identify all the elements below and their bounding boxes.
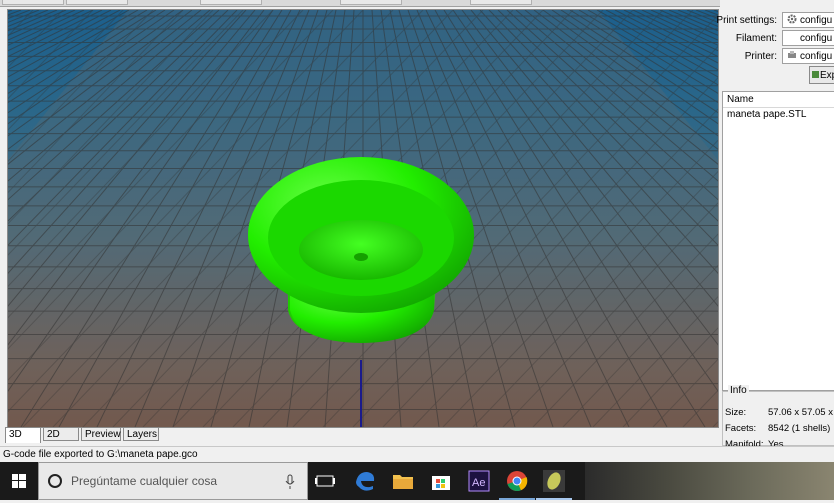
3d-viewport[interactable]: [7, 9, 719, 428]
info-title: Info: [728, 385, 749, 396]
chrome-icon[interactable]: [504, 468, 530, 494]
toolbar-button[interactable]: [2, 0, 64, 5]
filament-label: Filament:: [735, 33, 777, 44]
printer-value: configu: [800, 51, 833, 62]
slic3r-icon[interactable]: [541, 468, 567, 494]
printer-icon: [787, 50, 797, 60]
filament-value: configu: [800, 33, 833, 44]
file-explorer-icon[interactable]: [390, 468, 416, 494]
cortana-icon: [48, 474, 62, 488]
svg-text:Ae: Ae: [472, 477, 485, 489]
tab-2d[interactable]: 2D: [43, 427, 79, 441]
windows-taskbar: Pregúntame cualquier cosa Ae: [0, 462, 834, 500]
store-icon[interactable]: [428, 468, 454, 494]
export-label: Exp: [820, 70, 834, 81]
tab-layers[interactable]: Layers: [123, 427, 159, 441]
printer-row: Printer: configu: [720, 48, 834, 66]
print-settings-row: Print settings: configu: [716, 12, 834, 30]
tab-3d[interactable]: 3D: [5, 427, 41, 443]
edge-icon[interactable]: [352, 468, 378, 494]
right-panel: Print settings: configu Filament: config…: [716, 9, 834, 450]
info-group: Info Size: 57.06 x 57.05 x 2 Facets: 854…: [722, 385, 834, 450]
after-effects-icon[interactable]: Ae: [466, 468, 492, 494]
printer-label: Printer:: [744, 51, 777, 62]
export-gcode-button[interactable]: Exp: [809, 66, 834, 84]
info-frame: [722, 391, 834, 446]
print-settings-value: configu: [800, 15, 833, 26]
microphone-icon[interactable]: [285, 474, 295, 490]
start-button[interactable]: [0, 462, 38, 500]
tab-preview[interactable]: Preview: [81, 427, 121, 441]
windows-logo-icon: [12, 474, 26, 488]
print-settings-label: Print settings:: [716, 15, 777, 26]
task-view-icon[interactable]: [312, 468, 338, 494]
slic3r-window: 3D 2D Preview Layers Print settings: con…: [0, 0, 834, 462]
toolbar-button[interactable]: [66, 0, 128, 5]
toolbar-button[interactable]: [340, 0, 402, 5]
status-text: G-code file exported to G:\maneta pape.g…: [3, 449, 198, 460]
size-value: 57.06 x 57.05 x 2: [768, 407, 834, 418]
facets-label: Facets:: [725, 423, 757, 434]
export-icon: [812, 71, 819, 78]
toolbar-button[interactable]: [200, 0, 262, 5]
size-label: Size:: [725, 407, 747, 418]
toolbar-strip: [0, 0, 720, 7]
bed-scene: [8, 10, 718, 427]
list-item[interactable]: maneta pape.STL: [723, 108, 834, 122]
spool-icon: [787, 32, 797, 42]
facets-value: 8542 (1 shells): [768, 423, 831, 434]
filament-select[interactable]: configu: [782, 30, 834, 46]
print-settings-select[interactable]: configu: [782, 12, 834, 28]
taskbar-search[interactable]: Pregúntame cualquier cosa: [38, 462, 308, 500]
toolbar-button[interactable]: [470, 0, 532, 5]
gear-icon: [787, 14, 797, 24]
search-placeholder: Pregúntame cualquier cosa: [71, 474, 218, 488]
printer-select[interactable]: configu: [782, 48, 834, 64]
object-list: Name maneta pape.STL: [722, 91, 834, 391]
filament-row: Filament: configu: [720, 30, 834, 48]
status-bar: G-code file exported to G:\maneta pape.g…: [0, 446, 834, 462]
taskbar-tray: [585, 462, 834, 500]
list-header-name[interactable]: Name: [723, 92, 834, 108]
